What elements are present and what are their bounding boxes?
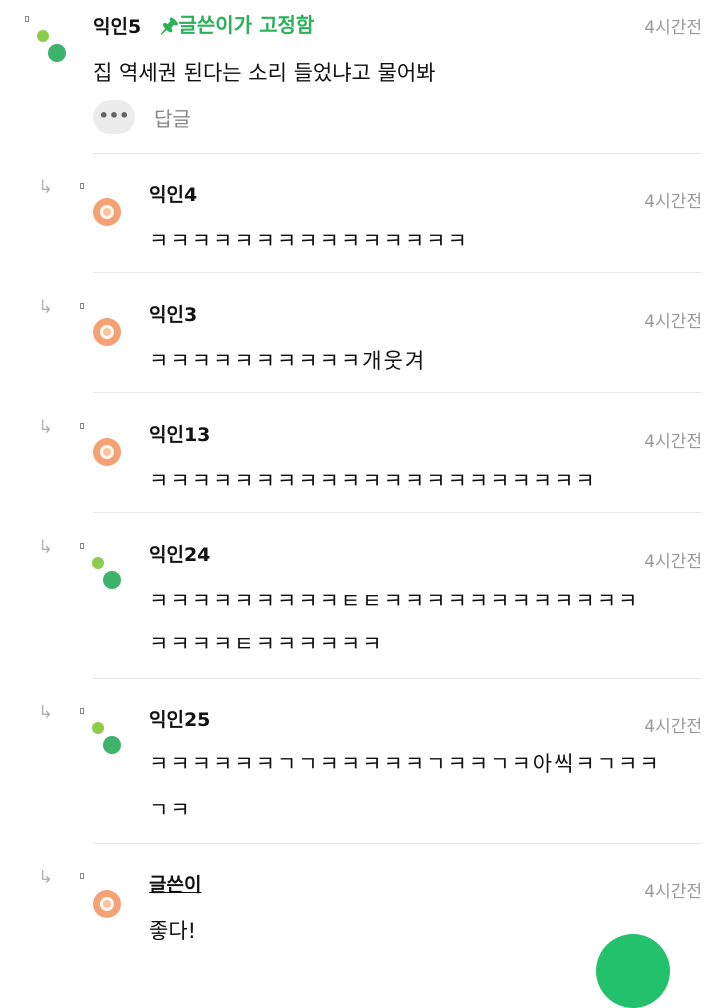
avatar <box>93 438 121 466</box>
comment-time: 4시간전 <box>644 18 702 38</box>
divider <box>93 512 702 513</box>
reply-text: ㅋㅋㅋㅋㅋㅋㅋㅋㅋㅋㅋㅋㅋㅋㅋㅋㅋㅋㅋㅋㅋ <box>149 469 597 493</box>
reply-arrow-icon: ↳ <box>38 417 54 438</box>
report-icon[interactable] <box>80 543 84 549</box>
avatar-dot-small <box>92 722 104 734</box>
reply-time: 4시간전 <box>644 717 702 737</box>
reply-text: ㅋㅋㅋㅋㅋㅋㅋㅋㅋㅋ개웃겨 <box>149 349 427 373</box>
reply-author: 익인25 <box>149 709 211 731</box>
reply-item: ↳ 익인24 4시간전 ㅋㅋㅋㅋㅋㅋㅋㅋㅋㅌㅌㅋㅋㅋㅋㅋㅋㅋㅋㅋㅋㅋㅋ ㅋㅋㅋㅋ… <box>0 515 720 680</box>
report-icon[interactable] <box>80 873 84 879</box>
reply-arrow-icon: ↳ <box>38 867 54 888</box>
reply-item: ↳ 익인3 4시간전 ㅋㅋㅋㅋㅋㅋㅋㅋㅋㅋ개웃겨 <box>0 275 720 395</box>
more-dots-icon[interactable]: ••• <box>93 100 135 134</box>
divider <box>93 392 702 393</box>
report-icon[interactable] <box>25 16 29 22</box>
reply-time: 4시간전 <box>644 552 702 572</box>
report-icon[interactable] <box>80 423 84 429</box>
reply-button[interactable]: 답글 <box>154 103 191 132</box>
reply-text: ㅋㅋㅋㅋㅋㅋㅋㅋㅋㅌㅌㅋㅋㅋㅋㅋㅋㅋㅋㅋㅋㅋㅋ <box>149 589 640 613</box>
top-comment: 익인5 🖈글쓴이가 고정함 4시간전 집 역세권 된다는 소리 들었냐고 물어봐… <box>0 0 720 155</box>
report-icon[interactable] <box>80 708 84 714</box>
avatar-dot-small <box>37 30 49 42</box>
avatar <box>93 198 121 226</box>
report-icon[interactable] <box>80 303 84 309</box>
reply-item: ↳ 익인4 4시간전 ㅋㅋㅋㅋㅋㅋㅋㅋㅋㅋㅋㅋㅋㅋㅋ <box>0 155 720 275</box>
avatar-dot-large <box>48 44 66 62</box>
avatar <box>93 318 121 346</box>
divider <box>93 678 702 679</box>
reply-author: 익인13 <box>149 424 211 446</box>
pinned-badge: 🖈글쓴이가 고정함 <box>160 13 315 37</box>
divider <box>93 272 702 273</box>
report-icon[interactable] <box>80 183 84 189</box>
avatar-dot-large <box>103 736 121 754</box>
comment-text: 집 역세권 된다는 소리 들었냐고 물어봐 <box>93 61 436 85</box>
reply-author: 익인24 <box>149 544 211 566</box>
reply-arrow-icon: ↳ <box>38 177 54 198</box>
avatar-dot-small <box>92 557 104 569</box>
reply-text-line2: ㅋㅋㅋㅋㅌㅋㅋㅋㅋㅋㅋ <box>149 632 384 656</box>
reply-text-line2: ㄱㅋ <box>149 798 192 822</box>
reply-text: ㅋㅋㅋㅋㅋㅋㅋㅋㅋㅋㅋㅋㅋㅋㅋ <box>149 229 469 253</box>
reply-arrow-icon: ↳ <box>38 702 54 723</box>
avatar-dot-large <box>103 571 121 589</box>
reply-time: 4시간전 <box>644 312 702 332</box>
reply-item: ↳ 글쓴이 4시간전 좋다! <box>0 845 720 950</box>
reply-item: ↳ 익인13 4시간전 ㅋㅋㅋㅋㅋㅋㅋㅋㅋㅋㅋㅋㅋㅋㅋㅋㅋㅋㅋㅋㅋ <box>0 395 720 515</box>
reply-arrow-icon: ↳ <box>38 297 54 318</box>
avatar <box>93 890 121 918</box>
reply-author: 글쓴이 <box>149 874 202 896</box>
write-comment-fab[interactable] <box>596 934 670 1008</box>
reply-time: 4시간전 <box>644 432 702 452</box>
reply-author: 익인3 <box>149 304 198 326</box>
reply-text: 좋다! <box>149 919 197 943</box>
divider <box>93 843 702 844</box>
reply-arrow-icon: ↳ <box>38 537 54 558</box>
reply-time: 4시간전 <box>644 192 702 212</box>
reply-time: 4시간전 <box>644 882 702 902</box>
comment-author: 익인5 <box>93 16 142 38</box>
reply-author: 익인4 <box>149 184 198 206</box>
reply-item: ↳ 익인25 4시간전 ㅋㅋㅋㅋㅋㅋㄱㄱㅋㅋㅋㅋㅋㄱㅋㅋㄱㅋ아씩ㅋㄱㅋㅋ ㄱㅋ <box>0 680 720 845</box>
divider <box>93 153 702 154</box>
reply-text: ㅋㅋㅋㅋㅋㅋㄱㄱㅋㅋㅋㅋㅋㄱㅋㅋㄱㅋ아씩ㅋㄱㅋㅋ <box>149 752 661 776</box>
